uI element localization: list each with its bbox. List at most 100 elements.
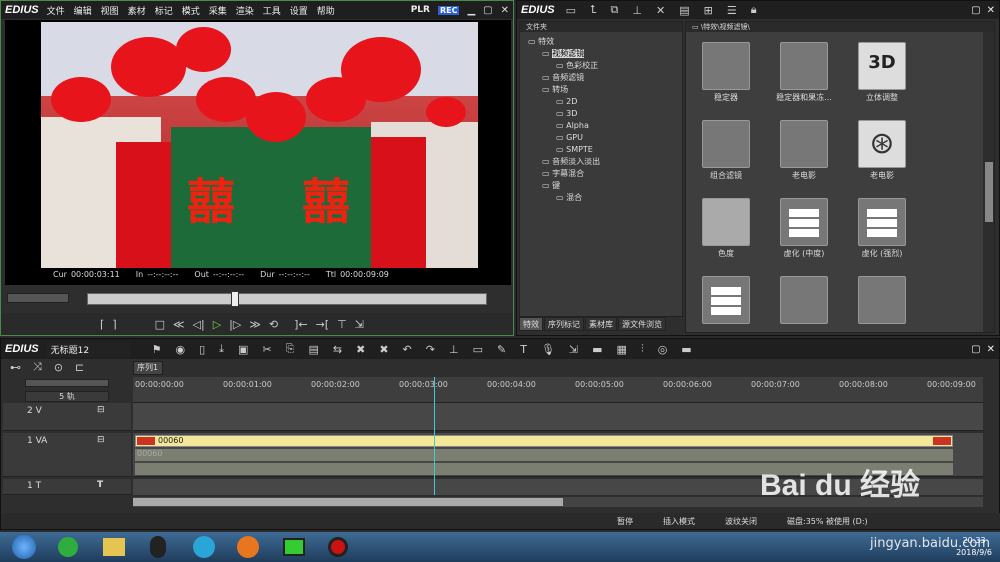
save-icon[interactable]: ▣: [235, 343, 251, 356]
video-mute-icon[interactable]: ⊟: [97, 405, 105, 415]
tree-item[interactable]: ▭ 音频淡入淡出: [520, 156, 682, 168]
mode-icon[interactable]: ⚑: [149, 343, 165, 356]
menu-item[interactable]: 文件: [47, 7, 65, 17]
group-mode-icon[interactable]: ⊏: [72, 361, 87, 374]
trim-icon[interactable]: ⊤: [334, 318, 350, 331]
restore-icon[interactable]: ▢: [483, 5, 492, 16]
title-icon[interactable]: T: [517, 343, 530, 356]
taskbar-qq-icon[interactable]: [136, 532, 180, 562]
fast-forward-icon[interactable]: ≫: [246, 318, 264, 331]
taskbar-record-icon[interactable]: [316, 532, 360, 562]
close-icon[interactable]: ✕: [987, 344, 995, 355]
open-icon[interactable]: ⤓: [216, 342, 227, 356]
ripple-delete-icon[interactable]: ✖: [376, 343, 391, 356]
sync-icon[interactable]: ⊷: [7, 361, 24, 374]
menu-item[interactable]: 标记: [155, 7, 173, 17]
plr-label[interactable]: PLR: [411, 5, 430, 15]
delete-icon[interactable]: ✖: [353, 343, 368, 356]
menu-item[interactable]: 帮助: [317, 7, 335, 17]
chroma-icon[interactable]: [702, 198, 750, 246]
mic-icon[interactable]: 🎙︎: [538, 343, 558, 356]
tree-item[interactable]: ▭ 转场: [520, 84, 682, 96]
taskbar-edius-icon[interactable]: [272, 532, 316, 562]
tree-item[interactable]: ▭ 特效: [520, 36, 682, 48]
menu-item[interactable]: 采集: [209, 7, 227, 17]
taskbar-folder-icon[interactable]: [92, 532, 136, 562]
playhead[interactable]: [434, 377, 435, 495]
track-header-2v[interactable]: 2 V ⊟: [3, 403, 131, 431]
browser-tab[interactable]: 素材库: [585, 317, 617, 331]
tree-item[interactable]: ▭ 色彩校正: [520, 60, 682, 72]
tool-icon[interactable]: ✎: [494, 343, 509, 356]
track-header-1t[interactable]: 1 T T: [3, 479, 131, 495]
lock-icon[interactable]: 🔒︎: [748, 3, 760, 17]
paste-icon[interactable]: ▤: [305, 343, 321, 356]
menu-item[interactable]: 素材: [128, 7, 146, 17]
rec-label[interactable]: REC: [437, 5, 460, 15]
film-reel-icon[interactable]: ⊛: [858, 120, 906, 168]
old-film-icon[interactable]: [780, 120, 828, 168]
stop-icon[interactable]: □: [152, 318, 168, 331]
tree-item[interactable]: ▭ SMPTE: [520, 144, 682, 156]
axis-icon[interactable]: [858, 276, 906, 324]
replace-icon[interactable]: ⇆: [330, 343, 345, 356]
tree-item[interactable]: ▭ 键: [520, 180, 682, 192]
menu-item[interactable]: 设置: [290, 7, 308, 17]
split-icon[interactable]: ⊥: [446, 343, 462, 356]
taskbar-film-icon[interactable]: [182, 532, 226, 562]
vectorscope-icon[interactable]: ◎: [655, 343, 671, 356]
overwrite-icon[interactable]: →[: [313, 318, 333, 331]
menu-item[interactable]: 编辑: [74, 7, 92, 17]
3d-icon[interactable]: 3D: [858, 42, 906, 90]
copy-icon[interactable]: ⎘: [283, 342, 298, 356]
scrub-bar[interactable]: [87, 291, 487, 307]
cut-icon[interactable]: ✂: [259, 343, 274, 356]
export-icon[interactable]: ⇲: [566, 343, 581, 356]
taskbar-firefox-icon[interactable]: [226, 532, 270, 562]
menu-item[interactable]: 视图: [101, 7, 119, 17]
render-icon[interactable]: ▬: [589, 343, 605, 356]
tree-item[interactable]: ▭ GPU: [520, 132, 682, 144]
group-icon[interactable]: ▭: [470, 343, 486, 356]
set-out-icon[interactable]: ⌉: [109, 318, 119, 331]
properties-icon[interactable]: ▤: [676, 4, 692, 17]
step-forward-icon[interactable]: |▷: [226, 318, 244, 331]
sequence-tab[interactable]: 序列1: [133, 361, 163, 375]
track-2v-lane[interactable]: [133, 403, 983, 431]
tree-item[interactable]: ▭ 2D: [520, 96, 682, 108]
start-button[interactable]: [2, 532, 46, 562]
copy-icon[interactable]: ⧉: [608, 3, 622, 17]
taskbar-app-browser-icon[interactable]: [46, 532, 90, 562]
stabilizer-icon[interactable]: [702, 42, 750, 90]
blur-strong-icon[interactable]: [858, 198, 906, 246]
set-in-icon[interactable]: ⌈: [97, 318, 107, 331]
loop-icon[interactable]: ⟲: [266, 318, 281, 331]
browser-tab[interactable]: 特效: [519, 317, 543, 331]
redo-icon[interactable]: ↷: [423, 343, 438, 356]
mixer-icon[interactable]: ⫶: [638, 342, 647, 356]
shuttle-slider[interactable]: [7, 293, 69, 303]
list-icon[interactable]: ☰: [724, 4, 740, 17]
zoom-slider[interactable]: [25, 379, 109, 387]
insert-icon[interactable]: ]←: [291, 318, 311, 331]
noise-icon[interactable]: [780, 276, 828, 324]
stabilizer-rolling-icon[interactable]: [780, 42, 828, 90]
tree-item[interactable]: ▭ 字幕混合: [520, 168, 682, 180]
folder-icon[interactable]: ▭: [563, 4, 579, 17]
delete-icon[interactable]: ✕: [653, 4, 668, 17]
time-ruler[interactable]: 00:00:00:00 00:00:01:00 00:00:02:00 00:00:0…: [133, 377, 983, 403]
layers-icon[interactable]: [702, 120, 750, 168]
rewind-icon[interactable]: ≪: [170, 318, 188, 331]
new-icon[interactable]: ▯: [196, 343, 208, 356]
minimize-icon[interactable]: ▁: [467, 5, 475, 16]
fader-icon[interactable]: ⊥: [629, 4, 645, 17]
step-back-icon[interactable]: ◁|: [190, 318, 208, 331]
grid-icon[interactable]: [702, 276, 750, 324]
close-icon[interactable]: ✕: [987, 5, 995, 16]
title-track-icon[interactable]: T: [97, 480, 103, 490]
browser-tab[interactable]: 序列标记: [544, 317, 584, 331]
tree-item[interactable]: ▭ 混合: [520, 192, 682, 204]
play-icon[interactable]: ▷: [210, 318, 224, 331]
restore-icon[interactable]: ▢: [971, 344, 980, 355]
grid-icon[interactable]: ▦: [614, 343, 630, 356]
